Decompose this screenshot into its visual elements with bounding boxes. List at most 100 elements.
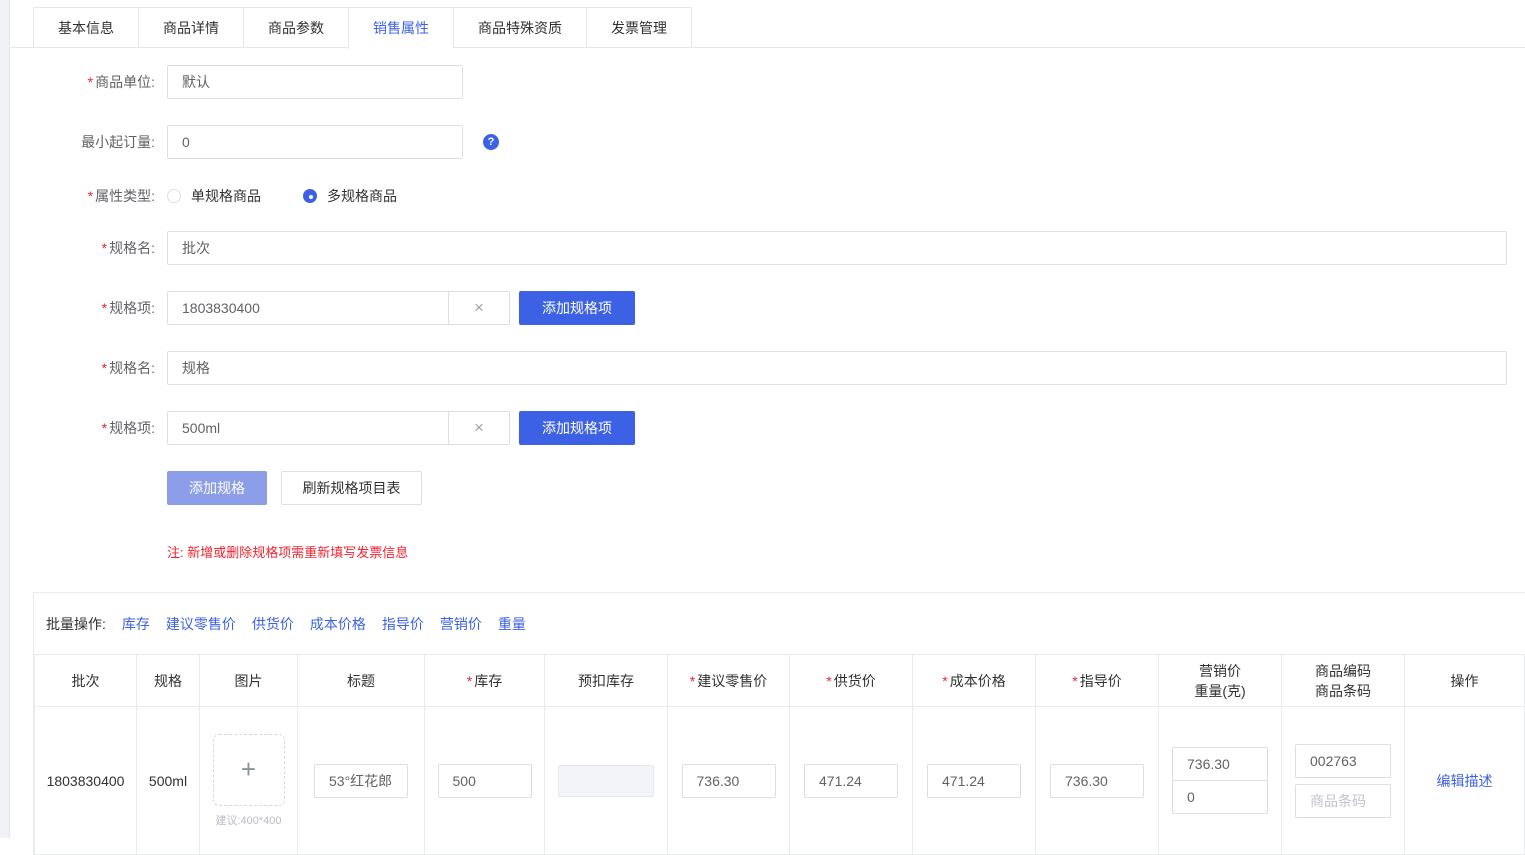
tab-product-detail[interactable]: 商品详情: [138, 7, 243, 48]
add-spec-button[interactable]: 添加规格: [167, 471, 267, 505]
cell-action: 编辑描述: [1405, 707, 1525, 855]
stock-input[interactable]: [438, 764, 532, 798]
spec2-name-input[interactable]: [167, 351, 1507, 385]
withheld-stock-input: [558, 765, 654, 797]
tab-special-qualification[interactable]: 商品特殊资质: [453, 7, 586, 48]
tab-invoice-management[interactable]: 发票管理: [586, 7, 692, 48]
clear-icon[interactable]: ×: [448, 292, 509, 324]
spec2-name-label: *规格名:: [11, 358, 155, 378]
cell-image: + 建议:400*400: [200, 707, 298, 855]
title-input[interactable]: [314, 764, 408, 798]
header-stock: *库存: [425, 655, 545, 707]
batch-link-retail-price[interactable]: 建议零售价: [166, 614, 236, 634]
radio-multi-spec[interactable]: 多规格商品: [303, 186, 397, 206]
page-content: 基本信息 商品详情 商品参数 销售属性 商品特殊资质 发票管理 *商品单位: 最…: [11, 0, 1525, 838]
required-mark: *: [102, 300, 107, 316]
product-code-input[interactable]: [1295, 744, 1391, 778]
header-action: 操作: [1405, 655, 1525, 707]
required-mark: *: [1072, 673, 1077, 689]
image-upload-button[interactable]: +: [213, 734, 285, 806]
cost-price-input[interactable]: [927, 764, 1021, 798]
cell-supply-price: [790, 707, 913, 855]
cell-spec: 500ml: [137, 707, 200, 855]
spec1-name-row: *规格名:: [11, 231, 1525, 265]
spec1-item-input-group: ×: [167, 291, 510, 325]
spec1-add-item-button[interactable]: 添加规格项: [519, 291, 635, 325]
invoice-note: 注: 新增或删除规格项需重新填写发票信息: [167, 542, 408, 561]
cell-retail-price: [668, 707, 790, 855]
radio-single-spec-label: 单规格商品: [191, 186, 261, 206]
batch-link-guide-price[interactable]: 指导价: [382, 614, 424, 634]
batch-link-weight[interactable]: 重量: [498, 614, 526, 634]
cell-withheld-stock: [545, 707, 668, 855]
image-size-hint: 建议:400*400: [200, 812, 297, 828]
attr-type-label: *属性类型:: [11, 186, 155, 206]
batch-link-stock[interactable]: 库存: [122, 614, 150, 634]
header-title: 标题: [298, 655, 425, 707]
cell-batch: 1803830400: [35, 707, 137, 855]
header-marketing-weight: 营销价重量(克): [1159, 655, 1282, 707]
spec1-item-input[interactable]: [168, 292, 448, 324]
header-retail-price: *建议零售价: [668, 655, 790, 707]
required-mark: *: [102, 240, 107, 256]
barcode-input[interactable]: [1295, 784, 1391, 818]
cell-guide-price: [1036, 707, 1159, 855]
required-mark: *: [942, 673, 947, 689]
retail-price-input[interactable]: [682, 764, 776, 798]
sales-attributes-form: *商品单位: 最小起订量: ? *属性类型: 单规格商品 多规格商品: [11, 48, 1525, 561]
required-mark: *: [88, 188, 93, 204]
supply-price-input[interactable]: [804, 764, 898, 798]
header-spec: 规格: [137, 655, 200, 707]
cell-code-barcode: [1282, 707, 1405, 855]
radio-unchecked-icon[interactable]: [167, 189, 181, 203]
spec1-name-label: *规格名:: [11, 238, 155, 258]
tab-product-params[interactable]: 商品参数: [243, 7, 348, 48]
spec2-item-input-group: ×: [167, 411, 510, 445]
required-mark: *: [102, 420, 107, 436]
radio-multi-spec-label: 多规格商品: [327, 186, 397, 206]
spec2-item-input[interactable]: [168, 412, 448, 444]
cell-title: [298, 707, 425, 855]
spec1-name-input[interactable]: [167, 231, 1507, 265]
batch-link-marketing-price[interactable]: 营销价: [440, 614, 482, 634]
guide-price-input[interactable]: [1050, 764, 1144, 798]
unit-label: *商品单位:: [11, 72, 155, 92]
required-mark: *: [690, 673, 695, 689]
batch-link-cost-price[interactable]: 成本价格: [310, 614, 366, 634]
min-order-label: 最小起订量:: [11, 132, 155, 152]
required-mark: *: [826, 673, 831, 689]
left-gutter: [0, 0, 10, 838]
spec2-item-row: *规格项: × 添加规格项: [11, 411, 1525, 445]
spec1-item-row: *规格项: × 添加规格项: [11, 291, 1525, 325]
unit-row: *商品单位:: [11, 65, 1525, 99]
batch-operations-bar: 批量操作: 库存 建议零售价 供货价 成本价格 指导价 营销价 重量: [34, 593, 1525, 654]
header-withheld-stock: 预扣库存: [545, 655, 668, 707]
min-order-input[interactable]: [167, 125, 463, 159]
clear-icon[interactable]: ×: [448, 412, 509, 444]
header-code-barcode: 商品编码商品条码: [1282, 655, 1405, 707]
unit-input[interactable]: [167, 65, 463, 99]
spec2-add-item-button[interactable]: 添加规格项: [519, 411, 635, 445]
attr-type-row: *属性类型: 单规格商品 多规格商品: [11, 186, 1525, 206]
min-order-row: 最小起订量: ?: [11, 125, 1525, 159]
radio-checked-icon[interactable]: [303, 189, 317, 203]
weight-input[interactable]: [1172, 780, 1268, 814]
marketing-price-input[interactable]: [1172, 747, 1268, 781]
header-supply-price: *供货价: [790, 655, 913, 707]
note-row: 注: 新增或删除规格项需重新填写发票信息: [11, 542, 1525, 561]
refresh-spec-table-button[interactable]: 刷新规格项目表: [281, 471, 422, 505]
batch-link-supply-price[interactable]: 供货价: [252, 614, 294, 634]
help-icon[interactable]: ?: [483, 134, 499, 150]
sku-table: 批次 规格 图片 标题 *库存 预扣库存 *建议零售价 *供货价 *成本价格 *…: [34, 654, 1525, 855]
cell-stock: [425, 707, 545, 855]
cell-cost-price: [913, 707, 1036, 855]
plus-icon: +: [241, 754, 256, 785]
edit-description-link[interactable]: 编辑描述: [1437, 773, 1493, 789]
spec1-item-label: *规格项:: [11, 298, 155, 318]
radio-single-spec[interactable]: 单规格商品: [167, 186, 261, 206]
tab-sales-attributes[interactable]: 销售属性: [348, 7, 453, 49]
header-guide-price: *指导价: [1036, 655, 1159, 707]
required-mark: *: [102, 360, 107, 376]
tab-basic-info[interactable]: 基本信息: [33, 7, 138, 48]
spec2-item-label: *规格项:: [11, 418, 155, 438]
